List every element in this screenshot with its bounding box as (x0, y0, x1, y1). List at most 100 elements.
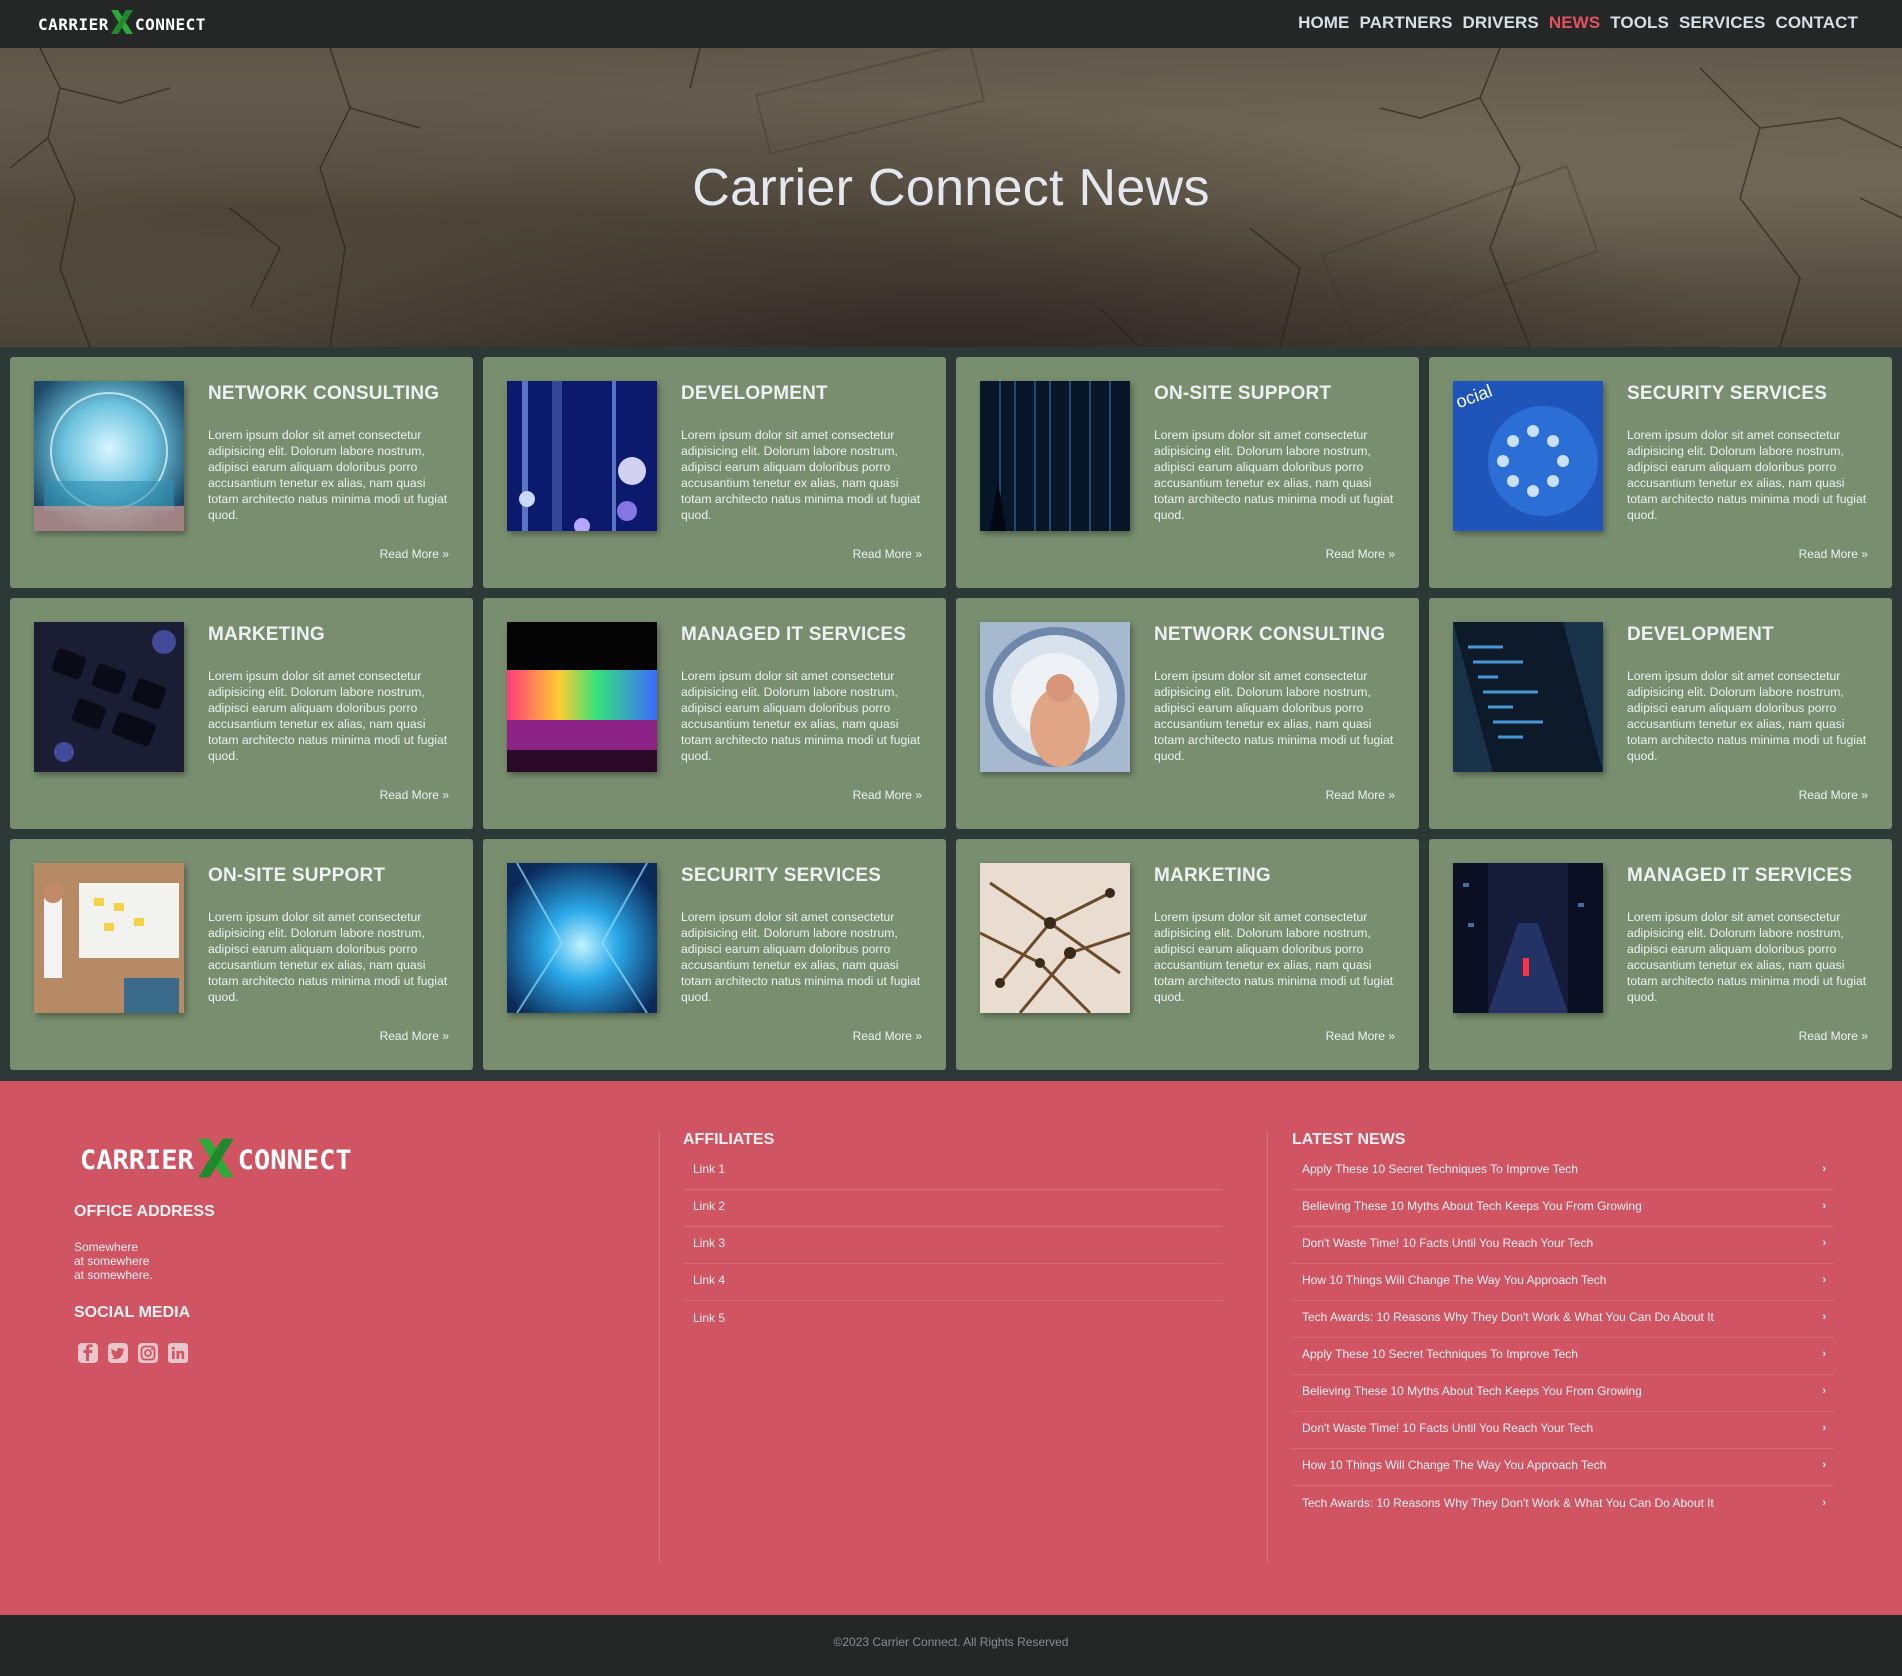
affiliate-link[interactable]: Link 5 (683, 1297, 1223, 1338)
read-more-link[interactable]: Read More » (1799, 788, 1868, 802)
card-title: ON-SITE SUPPORT (208, 865, 386, 886)
card-body: Lorem ipsum dolor sit amet consectetur a… (1154, 428, 1394, 522)
card-image[interactable] (34, 381, 184, 531)
nav-tools[interactable]: TOOLS (1610, 13, 1669, 33)
linkedin-icon[interactable] (167, 1342, 189, 1364)
affiliate-link[interactable]: Link 3 (683, 1223, 1223, 1264)
card-image[interactable] (507, 622, 657, 772)
twitter-icon[interactable] (107, 1342, 129, 1364)
news-card: MANAGED IT SERVICES Lorem ipsum dolor si… (1429, 839, 1892, 1070)
news-card-grid: NETWORK CONSULTING Lorem ipsum dolor sit… (0, 347, 1902, 1081)
chevron-right-icon: › (1822, 1348, 1826, 1360)
affiliate-link[interactable]: Link 4 (683, 1260, 1223, 1301)
affiliates-list: Link 1 Link 2 Link 3 Link 4 Link 5 (683, 1153, 1223, 1338)
chevron-right-icon: › (1822, 1459, 1826, 1471)
double-chevron-right-icon: » (1388, 547, 1395, 561)
chevron-right-icon: › (1822, 1385, 1826, 1397)
double-chevron-right-icon: » (1388, 1029, 1395, 1043)
brand-logo[interactable]: CARRIER CONNECT (38, 9, 206, 40)
instagram-icon[interactable] (137, 1342, 159, 1364)
double-chevron-right-icon: » (442, 547, 449, 561)
news-card: SECURITY SERVICES Lorem ipsum dolor sit … (483, 839, 946, 1070)
nav-home[interactable]: HOME (1298, 13, 1349, 33)
chevron-right-icon: › (1822, 1163, 1826, 1175)
card-body: Lorem ipsum dolor sit amet consectetur a… (681, 669, 921, 763)
card-image[interactable] (980, 622, 1130, 772)
news-link[interactable]: Don't Waste Time! 10 Facts Until You Rea… (1292, 1408, 1834, 1449)
footer-divider (659, 1131, 660, 1563)
affiliate-link[interactable]: Link 2 (683, 1186, 1223, 1227)
facebook-icon[interactable] (77, 1342, 99, 1364)
read-more-link[interactable]: Read More » (1326, 1029, 1395, 1043)
copyright-text: ©2023 Carrier Connect. All Rights Reserv… (833, 1635, 1069, 1649)
card-body: Lorem ipsum dolor sit amet consectetur a… (208, 669, 448, 763)
chevron-right-icon: › (1822, 1200, 1826, 1212)
office-address-heading: OFFICE ADDRESS (74, 1203, 215, 1220)
read-more-link[interactable]: Read More » (853, 1029, 922, 1043)
brand-x-icon (109, 9, 135, 40)
chevron-right-icon: › (1822, 1496, 1826, 1509)
office-address: Somewhere at somewhere at somewhere. (74, 1240, 153, 1282)
news-card: NETWORK CONSULTING Lorem ipsum dolor sit… (10, 357, 473, 588)
card-image[interactable]: ocial (1453, 381, 1603, 531)
top-navbar: CARRIER CONNECT HOME PARTNERS DRIVERS NE… (0, 0, 1902, 48)
card-body: Lorem ipsum dolor sit amet consectetur a… (681, 910, 921, 1004)
read-more-link[interactable]: Read More » (380, 788, 449, 802)
card-image[interactable] (507, 381, 657, 531)
news-link[interactable]: How 10 Things Will Change The Way You Ap… (1292, 1445, 1834, 1486)
news-link[interactable]: Believing These 10 Myths About Tech Keep… (1292, 1371, 1834, 1412)
news-link[interactable]: Apply These 10 Secret Techniques To Impr… (1292, 1334, 1834, 1375)
site-footer: CARRIER CONNECT OFFICE ADDRESS Somewhere… (0, 1081, 1902, 1615)
card-image[interactable] (34, 622, 184, 772)
copyright-bar: ©2023 Carrier Connect. All Rights Reserv… (0, 1615, 1902, 1676)
read-more-link[interactable]: Read More » (853, 788, 922, 802)
read-more-link[interactable]: Read More » (1799, 1029, 1868, 1043)
card-title: DEVELOPMENT (681, 383, 828, 404)
read-more-link[interactable]: Read More » (1799, 547, 1868, 561)
footer-brand-logo[interactable]: CARRIER CONNECT (80, 1137, 352, 1184)
read-more-link[interactable]: Read More » (853, 547, 922, 561)
news-card: NETWORK CONSULTING Lorem ipsum dolor sit… (956, 598, 1419, 829)
brand-word-connect: CONNECT (237, 1145, 352, 1176)
double-chevron-right-icon: » (1861, 547, 1868, 561)
double-chevron-right-icon: » (442, 1029, 449, 1043)
news-link[interactable]: Tech Awards: 10 Reasons Why They Don't W… (1292, 1297, 1834, 1338)
card-image[interactable] (1453, 622, 1603, 772)
nav-drivers[interactable]: DRIVERS (1463, 13, 1539, 33)
card-image[interactable] (980, 381, 1130, 531)
news-link[interactable]: Tech Awards: 10 Reasons Why They Don't W… (1292, 1482, 1834, 1523)
news-link[interactable]: Apply These 10 Secret Techniques To Impr… (1292, 1149, 1834, 1190)
chevron-right-icon: › (1822, 1274, 1826, 1286)
card-body: Lorem ipsum dolor sit amet consectetur a… (1627, 910, 1867, 1004)
card-image[interactable] (34, 863, 184, 1013)
nav-menu: HOME PARTNERS DRIVERS NEWS TOOLS SERVICE… (1298, 13, 1858, 33)
card-image[interactable] (980, 863, 1130, 1013)
double-chevron-right-icon: » (1861, 1029, 1868, 1043)
affiliate-link[interactable]: Link 1 (683, 1149, 1223, 1190)
read-more-link[interactable]: Read More » (380, 1029, 449, 1043)
read-more-link[interactable]: Read More » (380, 547, 449, 561)
read-more-link[interactable]: Read More » (1326, 547, 1395, 561)
nav-services[interactable]: SERVICES (1679, 13, 1765, 33)
news-link[interactable]: Believing These 10 Myths About Tech Keep… (1292, 1186, 1834, 1227)
nav-news[interactable]: NEWS (1549, 13, 1600, 33)
card-title: ON-SITE SUPPORT (1154, 383, 1332, 404)
social-links (77, 1342, 189, 1364)
card-body: Lorem ipsum dolor sit amet consectetur a… (208, 910, 448, 1004)
page-title: Carrier Connect News (692, 159, 1210, 217)
card-title: MANAGED IT SERVICES (1627, 865, 1853, 886)
card-title: DEVELOPMENT (1627, 624, 1774, 645)
card-image[interactable] (507, 863, 657, 1013)
nav-partners[interactable]: PARTNERS (1360, 13, 1453, 33)
nav-contact[interactable]: CONTACT (1775, 13, 1858, 33)
affiliates-heading: AFFILIATES (683, 1131, 775, 1148)
news-link[interactable]: How 10 Things Will Change The Way You Ap… (1292, 1260, 1834, 1301)
news-card: DEVELOPMENT Lorem ipsum dolor sit amet c… (1429, 598, 1892, 829)
chevron-right-icon: › (1822, 1311, 1826, 1323)
read-more-link[interactable]: Read More » (1326, 788, 1395, 802)
card-body: Lorem ipsum dolor sit amet consectetur a… (208, 428, 448, 522)
brand-word-connect: CONNECT (134, 14, 206, 34)
card-image[interactable] (1453, 863, 1603, 1013)
news-link[interactable]: Don't Waste Time! 10 Facts Until You Rea… (1292, 1223, 1834, 1264)
card-title: SECURITY SERVICES (681, 865, 882, 886)
